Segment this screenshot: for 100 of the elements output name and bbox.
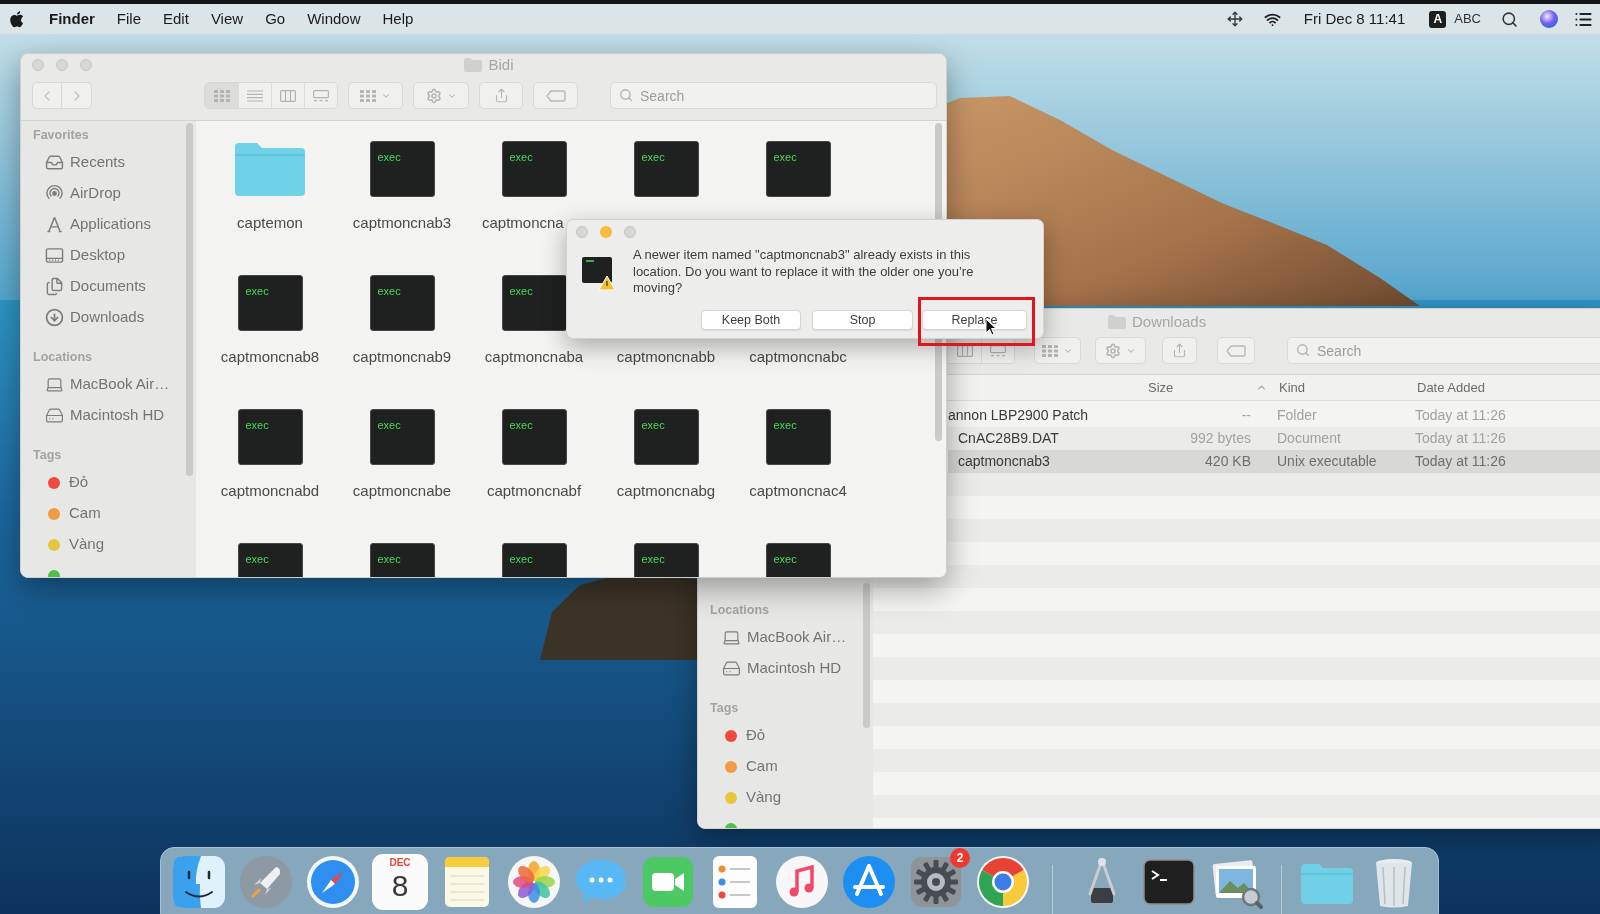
apple-logo-icon[interactable]	[9, 10, 24, 28]
menu-item[interactable]: Window	[307, 7, 361, 31]
file-name[interactable]: captmoncnabg	[616, 482, 716, 500]
executable-thumbnail[interactable]: exec	[369, 275, 435, 331]
sidebar-item[interactable]: MacBook Air…	[722, 622, 847, 653]
folder-icon[interactable]	[235, 142, 305, 196]
input-source-label[interactable]: ABC	[1454, 9, 1481, 29]
menu-clock[interactable]: Fri Dec 8 11:41	[1303, 7, 1406, 31]
action-button[interactable]	[1095, 337, 1146, 364]
calendar-icon[interactable]: DEC 8	[372, 854, 428, 910]
share-button[interactable]	[479, 82, 523, 109]
sidebar-item[interactable]: MacBook Air…	[45, 369, 170, 400]
column-view-button[interactable]	[271, 83, 304, 108]
executable-thumbnail[interactable]: exec	[501, 543, 567, 577]
app-menu[interactable]: Finder	[49, 7, 95, 31]
executable-thumbnail[interactable]: exec	[237, 409, 303, 465]
sidebar-item[interactable]: AirDrop	[45, 178, 121, 209]
sidebar-tag[interactable]: Đỏ	[725, 720, 766, 751]
executable-thumbnail[interactable]: exec	[501, 141, 567, 197]
group-button[interactable]	[348, 82, 403, 109]
orb-icon[interactable]	[1540, 10, 1558, 28]
file-name[interactable]: captmoncnabc	[749, 348, 847, 366]
menu-item[interactable]: Go	[265, 7, 286, 31]
file-name[interactable]: captmoncnaba	[484, 348, 584, 366]
sidebar-tag[interactable]: Cam	[48, 498, 101, 529]
menu-item[interactable]: View	[210, 7, 244, 31]
menu-item[interactable]: Help	[382, 7, 414, 31]
column-header[interactable]: Date Added	[1415, 375, 1600, 400]
column-header[interactable]: Kind	[1277, 375, 1415, 400]
search-field[interactable]: Search	[610, 82, 937, 109]
list-view-button[interactable]	[238, 83, 271, 108]
executable-thumbnail[interactable]: exec	[633, 141, 699, 197]
sidebar-item[interactable]: Applications	[45, 209, 151, 240]
forward-button[interactable]	[62, 82, 92, 109]
file-name[interactable]: captmoncnabb	[616, 348, 716, 366]
sidebar-item[interactable]: Recents	[45, 147, 126, 178]
search-field[interactable]: Search	[1287, 337, 1600, 364]
gallery-view-button[interactable]	[304, 83, 337, 108]
search-icon[interactable]	[1501, 10, 1518, 28]
file-name[interactable]: captmoncnabd	[220, 482, 320, 500]
close-button[interactable]	[32, 59, 44, 72]
file-name[interactable]: captmoncnabf	[486, 482, 582, 500]
sidebar-item[interactable]: Desktop	[45, 240, 126, 271]
executable-thumbnail[interactable]: exec	[237, 543, 303, 577]
tag-button[interactable]	[1217, 337, 1255, 364]
sidebar-item[interactable]: Downloads	[45, 302, 145, 333]
sidebar-item[interactable]: Macintosh HD	[45, 400, 165, 431]
column-header[interactable]: Size	[1148, 375, 1277, 400]
executable-thumbnail[interactable]: exec	[765, 141, 831, 197]
letter-a-icon[interactable]	[841, 854, 897, 910]
file-name[interactable]: captmoncnab3	[352, 214, 452, 232]
smiling-face-icon[interactable]	[171, 854, 227, 910]
executable-thumbnail[interactable]: exec	[369, 141, 435, 197]
zoom-button[interactable]	[80, 59, 92, 72]
minimize-button[interactable]	[56, 59, 68, 72]
scrollbar-thumb[interactable]	[863, 583, 870, 728]
minimize-button[interactable]	[600, 226, 612, 238]
file-name[interactable]: captmoncnabe	[352, 482, 452, 500]
sidebar-item[interactable]: Macintosh HD	[722, 653, 842, 684]
executable-thumbnail[interactable]: exec	[633, 409, 699, 465]
dialog-button[interactable]: Keep Both	[701, 310, 801, 330]
music-note-icon[interactable]	[774, 854, 830, 910]
gear-icon[interactable]	[908, 854, 964, 910]
executable-thumbnail[interactable]: exec	[369, 543, 435, 577]
file-name[interactable]: captemon	[237, 214, 303, 232]
compass-icon[interactable]	[305, 854, 361, 910]
scrollbar-thumb[interactable]	[186, 123, 193, 476]
dialog-button[interactable]: Replace	[922, 310, 1027, 330]
executable-thumbnail[interactable]: exec	[369, 409, 435, 465]
sidebar-item[interactable]: Documents	[45, 271, 146, 302]
sidebar-tag[interactable]: Vàng	[725, 782, 782, 813]
flower-icon[interactable]	[506, 854, 562, 910]
menu-item[interactable]: File	[116, 7, 141, 31]
icon-view-button[interactable]	[205, 83, 238, 108]
file-name[interactable]: captmoncnac4	[749, 482, 847, 500]
rocket-icon[interactable]	[238, 854, 294, 910]
tricolor-circle-icon[interactable]	[975, 854, 1031, 910]
executable-thumbnail[interactable]: exec	[765, 409, 831, 465]
move-arrows-icon[interactable]	[1226, 11, 1243, 27]
file-row[interactable]: captmoncnab3 420 KB Unix executable Today at 11:26	[948, 450, 1600, 473]
file-name[interactable]: captmoncna	[482, 214, 564, 232]
executable-thumbnail[interactable]: exec	[633, 543, 699, 577]
executable-thumbnail[interactable]: exec	[501, 275, 567, 331]
tag-button[interactable]	[533, 82, 578, 109]
back-button[interactable]	[32, 82, 62, 109]
zoom-button[interactable]	[624, 226, 636, 238]
file-name[interactable]: captmoncnab8	[220, 348, 320, 366]
sidebar-tag[interactable]: Cam	[725, 751, 778, 782]
menu-item[interactable]: Edit	[163, 7, 189, 31]
video-camera-icon[interactable]	[640, 854, 696, 910]
input-source-badge[interactable]: A	[1429, 10, 1447, 28]
executable-thumbnail[interactable]: exec	[237, 275, 303, 331]
close-button[interactable]	[576, 226, 588, 238]
share-button[interactable]	[1162, 337, 1197, 364]
executable-thumbnail[interactable]: exec	[501, 409, 567, 465]
sidebar-tag[interactable]: Đỏ	[48, 467, 89, 498]
sidebar-tag[interactable]: Vàng	[48, 529, 105, 560]
executable-thumbnail[interactable]: exec	[765, 543, 831, 577]
group-button[interactable]	[1034, 337, 1081, 364]
action-button[interactable]	[413, 82, 469, 109]
